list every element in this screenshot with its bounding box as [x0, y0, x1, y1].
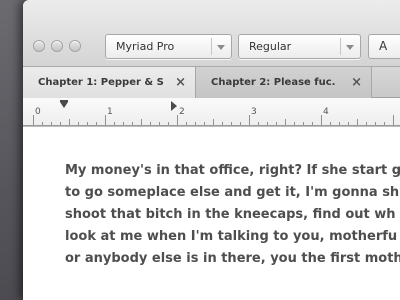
chevron-down-icon — [346, 45, 354, 50]
document-text[interactable]: My money's in that office, right? If she… — [65, 160, 400, 270]
ruler-tick — [123, 122, 124, 125]
editor-window: Myriad Pro Regular A Chapter 1: Pepper &… — [23, 0, 400, 300]
ruler-tick — [177, 115, 178, 125]
font-style-value: Regular — [249, 40, 292, 53]
ruler-tick — [42, 122, 43, 125]
ruler-tick — [168, 122, 169, 125]
tab-bar: Chapter 1: Pepper & S... × Chapter 2: Pl… — [23, 67, 400, 98]
ruler-tick — [303, 122, 304, 125]
ruler-baseline — [23, 125, 400, 126]
close-tab-icon[interactable]: × — [175, 67, 186, 98]
ruler-tick — [285, 119, 286, 125]
ruler-tick — [375, 122, 376, 125]
close-tab-icon[interactable]: × — [351, 67, 362, 98]
font-family-select[interactable]: Myriad Pro — [105, 34, 232, 59]
zoom-window-button[interactable] — [69, 40, 81, 52]
ruler-number: 1 — [107, 107, 113, 117]
tab-label: Chapter 1: Pepper & S... — [38, 77, 163, 88]
ruler-tick — [150, 122, 151, 125]
ruler-tick — [141, 119, 142, 125]
ruler-tick — [69, 119, 70, 125]
ruler-number: 0 — [35, 107, 41, 117]
ruler-tick — [213, 119, 214, 125]
ruler-tick — [294, 122, 295, 125]
ruler-tick — [384, 122, 385, 125]
ruler-tick — [339, 122, 340, 125]
ruler-tick — [312, 122, 313, 125]
ruler-tick — [51, 122, 52, 125]
ruler-tick — [60, 122, 61, 125]
ruler-tick — [321, 115, 322, 125]
ruler-tick — [258, 122, 259, 125]
ruler-tick — [87, 122, 88, 125]
tab-label: Chapter 2: Please fuc... — [211, 77, 336, 88]
font-family-value: Myriad Pro — [116, 40, 175, 53]
ruler-tick — [114, 122, 115, 125]
ruler-number: 3 — [251, 107, 257, 117]
ruler-tick — [357, 119, 358, 125]
text-format-label: A — [379, 39, 388, 53]
ruler-tick — [393, 115, 394, 125]
ruler-tick — [249, 115, 250, 125]
ruler-tick — [366, 122, 367, 125]
chevron-down-icon — [217, 45, 225, 50]
toolbar: Myriad Pro Regular A — [23, 0, 400, 67]
ruler-tick — [105, 115, 106, 125]
left-indent-marker[interactable] — [60, 102, 68, 108]
text-line: My money's in that office, right? If she… — [65, 163, 400, 178]
ruler-tick — [159, 122, 160, 125]
ruler-number: 4 — [323, 107, 329, 117]
ruler-tick — [186, 122, 187, 125]
ruler-tick — [33, 115, 34, 125]
text-line: shoot that bitch in the kneecaps, find o… — [65, 207, 396, 222]
close-window-button[interactable] — [33, 40, 45, 52]
tab-chapter-1[interactable]: Chapter 1: Pepper & S... × — [23, 67, 196, 98]
select-divider — [211, 38, 212, 55]
minimize-window-button[interactable] — [51, 40, 63, 52]
tab-stop-marker[interactable] — [171, 101, 177, 111]
ruler-tick — [276, 122, 277, 125]
ruler[interactable]: 0 1 2 3 4 — [23, 98, 400, 127]
select-divider — [340, 38, 341, 55]
ruler-tick — [348, 122, 349, 125]
tab-chapter-2[interactable]: Chapter 2: Please fuc... × — [196, 67, 372, 98]
font-style-select[interactable]: Regular — [238, 34, 361, 59]
ruler-number: 2 — [179, 107, 185, 117]
ruler-tick — [330, 122, 331, 125]
text-line: or anybody else is in there, you the fir… — [65, 251, 400, 266]
ruler-tick — [267, 122, 268, 125]
document-page[interactable]: My money's in that office, right? If she… — [23, 127, 400, 300]
ruler-tick — [204, 122, 205, 125]
ruler-tick — [222, 122, 223, 125]
text-format-button[interactable]: A — [368, 34, 400, 59]
text-line: look at me when I'm talking to you, moth… — [65, 229, 398, 244]
text-line: to go someplace else and get it, I'm gon… — [65, 185, 400, 200]
ruler-tick — [78, 122, 79, 125]
ruler-tick — [96, 122, 97, 125]
ruler-tick — [231, 122, 232, 125]
ruler-tick — [240, 122, 241, 125]
ruler-tick — [195, 122, 196, 125]
ruler-tick — [132, 122, 133, 125]
